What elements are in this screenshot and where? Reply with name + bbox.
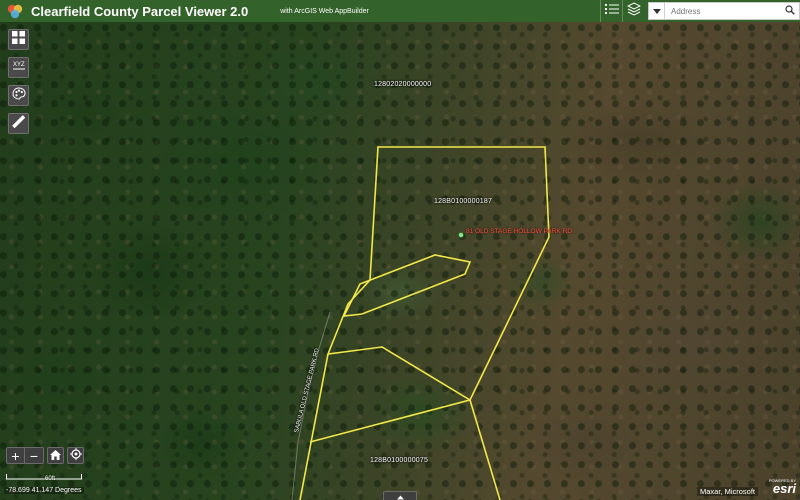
zoom-out-button[interactable]: − xyxy=(25,448,43,463)
parcel-label-bottom: 128B0100000075 xyxy=(370,457,429,464)
address-label: 81 OLD STAGE HOLLOW PARK RD xyxy=(466,228,572,235)
basemap-gallery-icon xyxy=(12,30,25,49)
header-toolbar xyxy=(600,0,800,22)
search-button[interactable] xyxy=(781,3,799,19)
zoom-controls: + − xyxy=(6,447,44,464)
search-input[interactable] xyxy=(665,3,781,19)
app-subtitle: with ArcGIS Web AppBuilder xyxy=(280,7,369,15)
legend-palette-icon xyxy=(11,86,26,105)
address-search xyxy=(648,2,800,20)
caret-down-icon xyxy=(652,2,661,20)
map-attribution: Maxar, Microsoft xyxy=(696,487,758,496)
legend-button[interactable] xyxy=(8,85,29,106)
measure-ruler-icon xyxy=(12,114,26,133)
app-logo-icon xyxy=(6,2,24,20)
app-header: Clearfield County Parcel Viewer 2.0 with… xyxy=(0,0,800,22)
locate-button[interactable] xyxy=(67,447,84,464)
home-button[interactable] xyxy=(47,447,64,464)
coordinate-readout: -78.699 41.147 Degrees xyxy=(4,487,84,494)
layers-button[interactable] xyxy=(622,0,644,22)
map-view[interactable] xyxy=(0,22,800,500)
coordinate-button[interactable]: XYZ xyxy=(8,57,29,78)
zoom-in-button[interactable]: + xyxy=(7,448,25,463)
layers-icon xyxy=(626,1,641,21)
list-button[interactable] xyxy=(600,0,622,22)
scalebar xyxy=(6,474,82,480)
parcel-label-center: 128B0100000187 xyxy=(434,198,493,205)
parcel-label-top: 12802020000000 xyxy=(374,81,432,88)
measure-button[interactable] xyxy=(8,113,29,134)
esri-logo[interactable]: POWERED BY esri xyxy=(760,478,796,498)
chevron-up-icon xyxy=(396,487,404,500)
home-icon xyxy=(50,447,61,465)
road-line xyxy=(291,311,331,500)
parcel-overlay xyxy=(291,146,550,500)
app-title: Clearfield County Parcel Viewer 2.0 xyxy=(31,3,249,19)
basemap-gallery-button[interactable] xyxy=(8,29,29,50)
attribution-toggle[interactable] xyxy=(383,491,417,500)
search-source-dropdown[interactable] xyxy=(649,3,665,19)
address-point[interactable] xyxy=(457,231,464,238)
parcel-boundary-lower[interactable] xyxy=(309,399,501,500)
scalebar-label: 60ft xyxy=(45,476,56,482)
parcel-boundary-strip[interactable] xyxy=(342,254,472,317)
search-icon xyxy=(785,2,795,20)
parcel-boundary-main[interactable] xyxy=(326,146,550,402)
xyz-coordinate-icon: XYZ xyxy=(12,59,26,77)
list-icon xyxy=(604,2,619,20)
esri-wordmark: esri xyxy=(772,481,796,496)
locate-icon xyxy=(69,447,82,465)
svg-text:XYZ: XYZ xyxy=(13,62,25,68)
